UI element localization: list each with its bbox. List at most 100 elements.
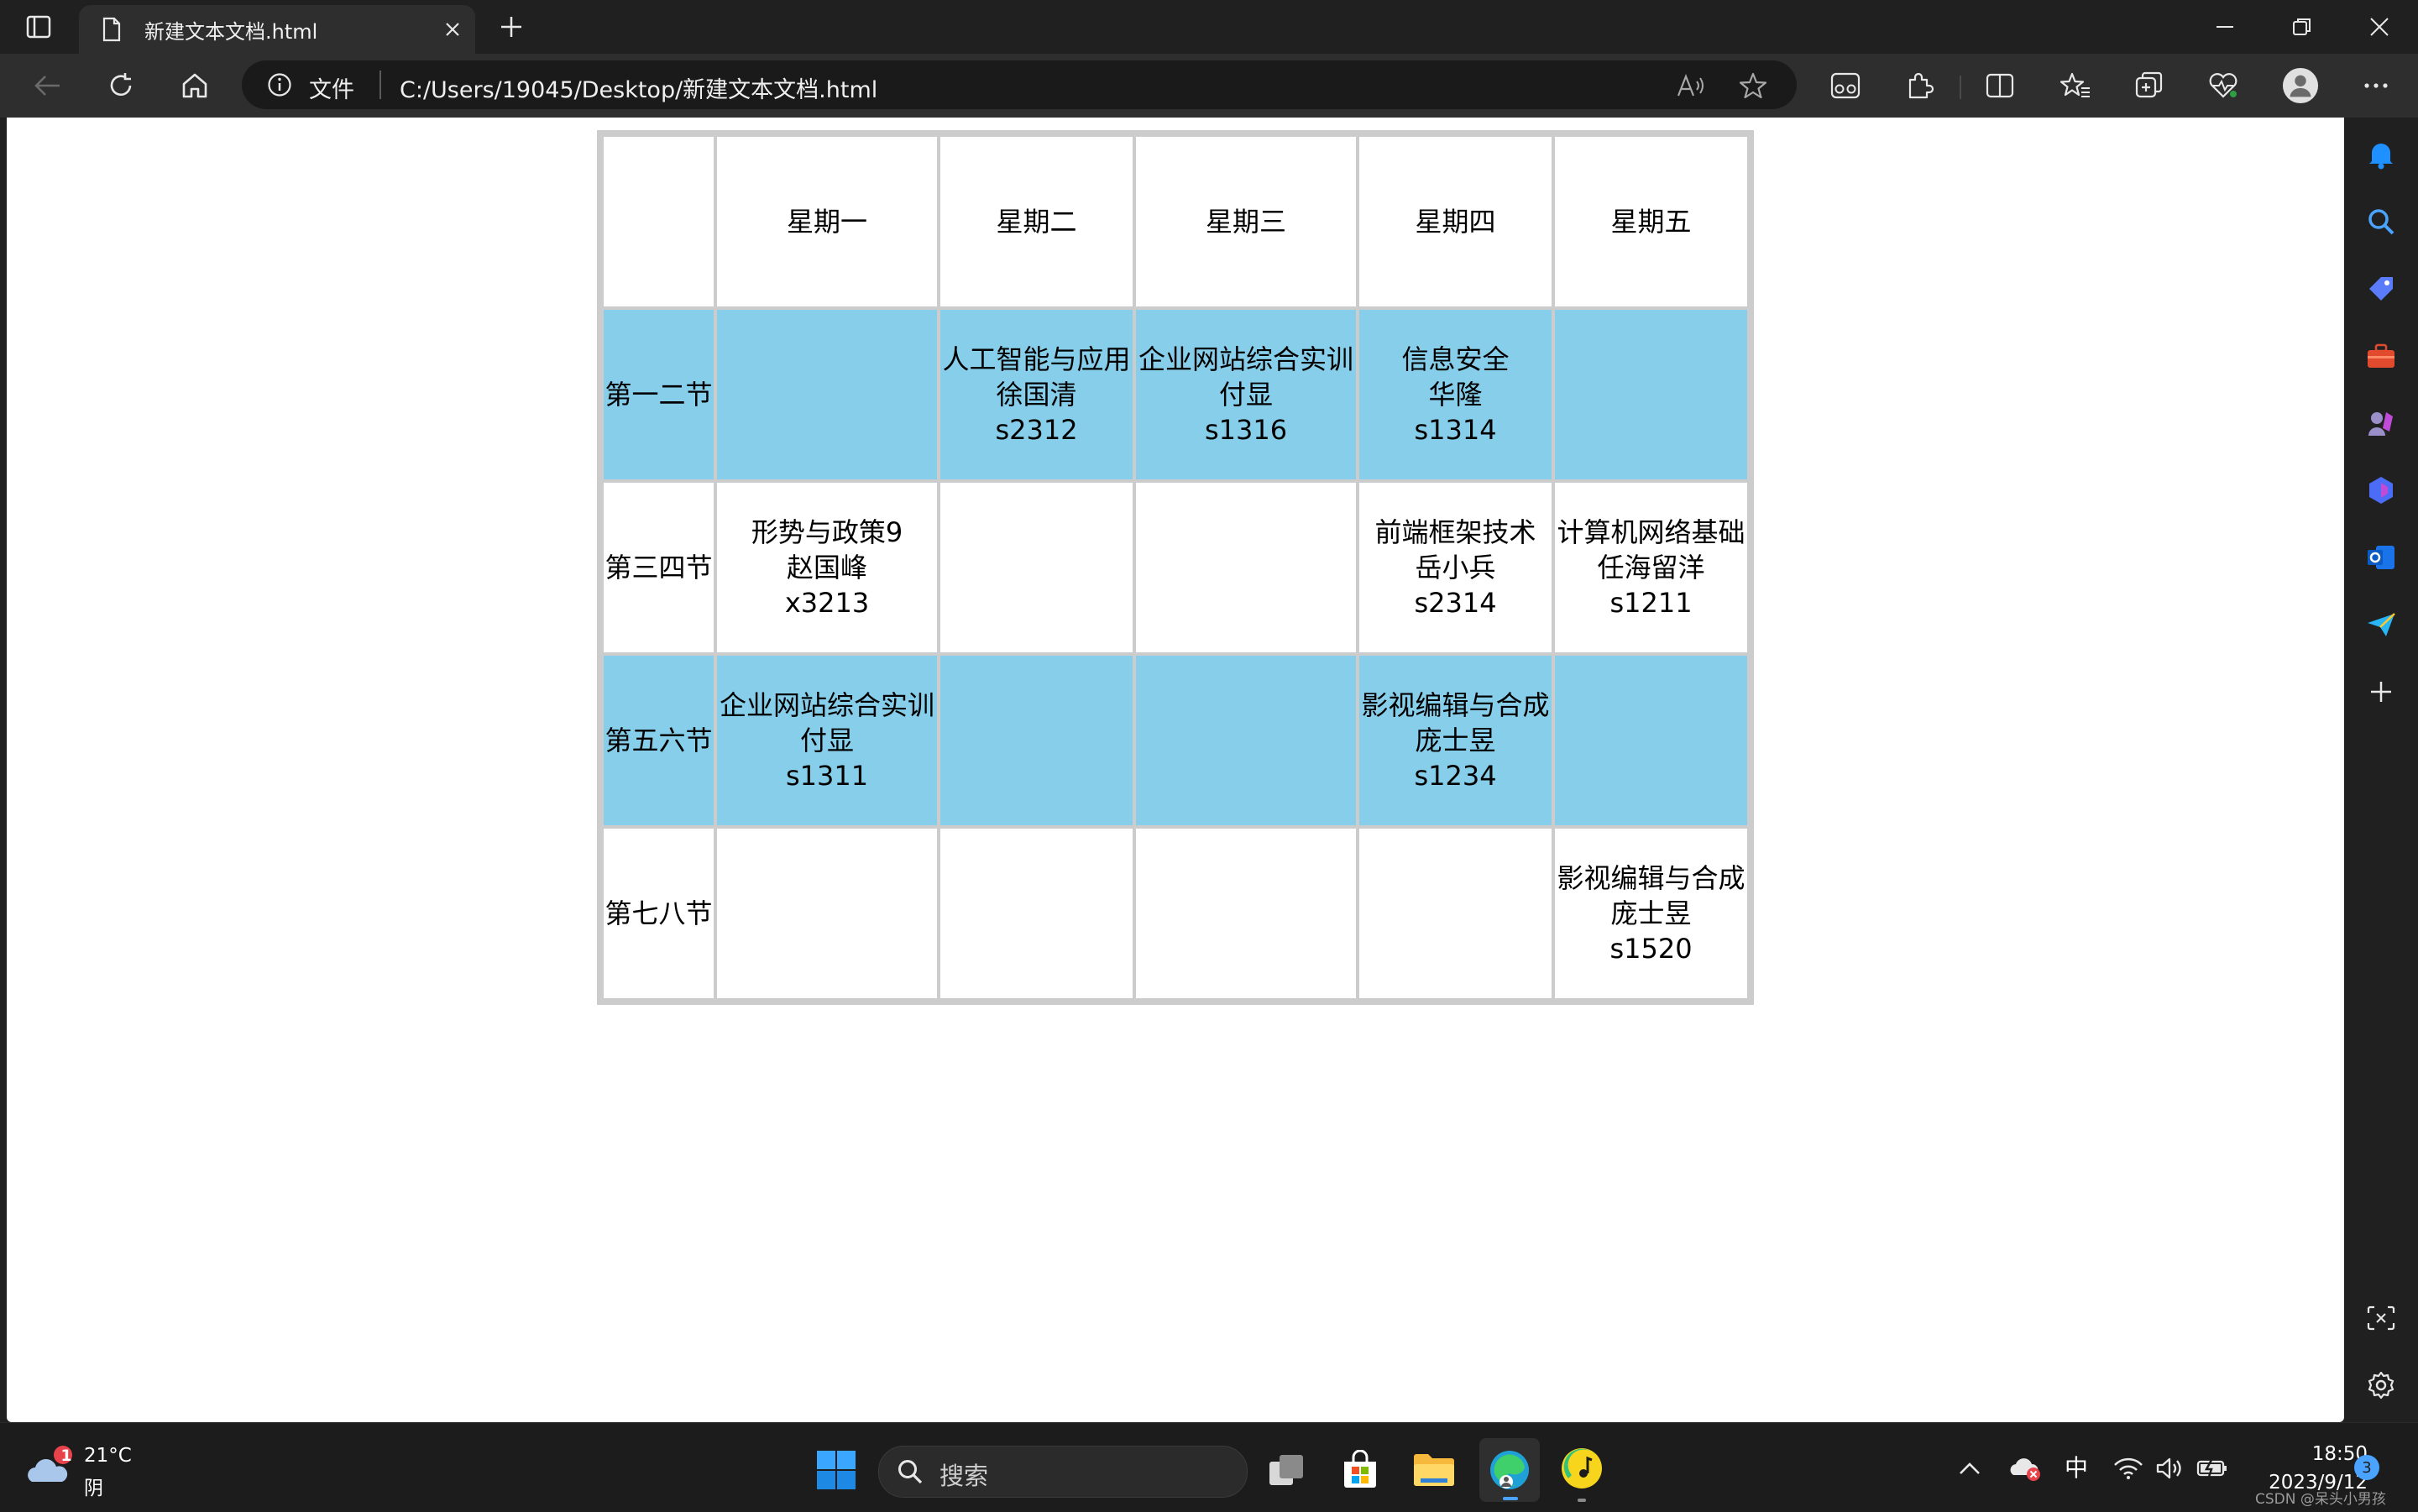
show-hidden-icons-chevron-up-icon[interactable] [1953,1453,1986,1483]
address-protocol: 文件 [309,77,354,103]
restore-icon[interactable] [2264,0,2341,54]
qq-music-icon[interactable] [1558,1443,1605,1494]
course-cell: 计算机网络基础 任海留洋 s1211 [1555,483,1747,652]
empty-cell [940,656,1133,825]
address-url[interactable]: C:/Users/19045/Desktop/新建文本文档.html [400,71,877,104]
profile-avatar[interactable] [2282,67,2319,104]
games-icon[interactable] [2361,403,2401,443]
empty-cell [940,829,1133,998]
empty-cell [1555,656,1747,825]
table-row: 第五六节 企业网站综合实训 付显 s1311 影视编辑与合成 庞士昱 s1234 [604,656,1747,825]
search-icon[interactable] [2361,201,2401,242]
header-cell: 星期四 [1359,137,1552,306]
send-drop-icon[interactable] [2361,604,2401,645]
address-bar[interactable]: 文件 C:/Users/19045/Desktop/新建文本文档.html [242,60,1797,109]
table-header-row: 星期一 星期二 星期三 星期四 星期五 [604,137,1747,306]
weather-temperature[interactable]: 21°C [84,1445,132,1467]
input-method-indicator[interactable]: 中 [2057,1448,2096,1485]
collections-icon[interactable] [2131,69,2168,102]
page-content: 星期一 星期二 星期三 星期四 星期五 第一二节 人工智能与应用 徐国清 s2312 企… [7,118,2344,1422]
empty-cell [1136,656,1356,825]
browser-tab[interactable]: 新建文本文档.html [79,5,475,54]
course-cell: 前端框架技术 岳小兵 s2314 [1359,483,1552,652]
weather-condition[interactable]: 阴 [84,1472,103,1500]
header-cell: 星期二 [940,137,1133,306]
watermark-text: CSDN @呆头小男孩 [2255,1491,2386,1508]
home-icon[interactable] [175,69,215,102]
address-divider [379,71,381,99]
file-explorer-icon[interactable] [1410,1447,1458,1494]
teacher-name: 华隆 [1428,379,1483,411]
room-code: s2314 [1414,587,1497,619]
period-label-cell: 第七八节 [604,829,714,998]
title-bar: 新建文本文档.html [0,0,2418,54]
new-tab-icon[interactable] [492,12,531,42]
task-view-icon[interactable] [1263,1447,1310,1494]
empty-cell [1359,829,1552,998]
teacher-name: 赵国峰 [786,552,867,583]
close-window-icon[interactable] [2341,0,2418,54]
favorite-star-icon[interactable] [1736,69,1770,102]
course-cell: 企业网站综合实训 付显 s1311 [717,656,937,825]
course-cell: 形势与政策9 赵国峰 x3213 [717,483,937,652]
table-row: 第七八节 影视编辑与合成 庞士昱 s1520 [604,829,1747,998]
add-sidebar-app-icon[interactable] [2361,672,2401,712]
split-screen-icon[interactable] [1981,69,2018,102]
teacher-name: 付显 [799,725,854,756]
tab-title: 新建文本文档.html [144,19,318,44]
course-name: 信息安全 [1401,343,1510,375]
copilot-icon[interactable] [2361,470,2401,510]
tab-actions-icon[interactable] [17,12,60,42]
wifi-icon[interactable] [2109,1452,2148,1485]
back-icon[interactable] [27,69,67,102]
course-name: 形势与政策9 [751,516,903,548]
course-name: 计算机网络基础 [1557,516,1745,548]
period-label-cell: 第一二节 [604,310,714,479]
edge-browser-taskbar-icon[interactable] [1479,1438,1540,1502]
outlook-icon[interactable] [2361,537,2401,578]
search-label: 搜索 [939,1462,989,1490]
course-cell: 信息安全 华隆 s1314 [1359,310,1552,479]
refresh-icon[interactable] [101,69,141,102]
notifications-bell-icon[interactable] [2361,134,2401,175]
period-label-cell: 第三四节 [604,483,714,652]
microsoft-store-icon[interactable] [1337,1447,1384,1494]
minimize-icon[interactable] [2186,0,2264,54]
browser-essentials-icon[interactable] [1827,69,1864,102]
extensions-icon[interactable] [1901,69,1938,102]
volume-icon[interactable] [2151,1452,2190,1485]
empty-cell [1136,829,1356,998]
room-code: s1520 [1609,933,1693,965]
settings-gear-icon[interactable] [2361,1365,2401,1405]
room-code: s1311 [785,760,869,792]
teacher-name: 庞士昱 [1610,897,1692,929]
toolbar-divider [1960,76,1961,99]
screenshot-icon[interactable] [2361,1298,2401,1338]
room-code: s2312 [995,414,1078,446]
empty-cell [1555,310,1747,479]
taskbar-search[interactable]: 搜索 [878,1446,1248,1498]
notification-count-badge[interactable]: 3 [2354,1455,2379,1480]
windows-taskbar: 1 21°C 阴 搜索 中 18:50 2023/9/12 3 CSDN @呆头… [0,1422,2418,1512]
battery-charging-icon[interactable] [2193,1452,2232,1485]
document-icon [97,15,126,44]
course-cell: 影视编辑与合成 庞士昱 s1234 [1359,656,1552,825]
header-cell: 星期五 [1555,137,1747,306]
running-app-indicator [1578,1499,1586,1502]
read-aloud-icon[interactable] [1674,69,1708,102]
teacher-name: 任海留洋 [1597,552,1705,583]
close-tab-icon[interactable] [438,15,467,44]
room-code: s1316 [1204,414,1288,446]
info-icon[interactable] [267,72,292,97]
windows-start-icon[interactable] [813,1447,860,1494]
favorites-icon[interactable] [2057,69,2094,102]
shopping-tag-icon[interactable] [2361,269,2401,309]
course-name: 影视编辑与合成 [1361,689,1550,721]
active-app-indicator [1503,1497,1518,1500]
onedrive-error-icon[interactable] [2007,1452,2044,1485]
tools-briefcase-icon[interactable] [2361,336,2401,376]
empty-cell [717,310,937,479]
browser-health-icon[interactable] [2205,69,2242,102]
course-cell: 人工智能与应用 徐国清 s2312 [940,310,1133,479]
more-options-icon[interactable] [2358,69,2394,102]
